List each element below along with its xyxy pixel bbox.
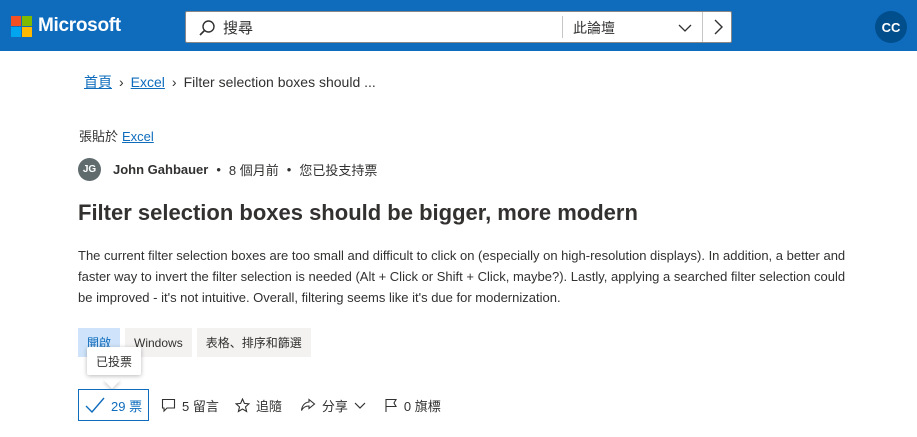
user-avatar[interactable]: CC bbox=[875, 11, 907, 43]
comments-label: 5 留言 bbox=[182, 398, 219, 414]
action-bar: 29 票 5 留言 追隨 分享 0 旗標 bbox=[78, 389, 441, 421]
author-avatar[interactable]: JG bbox=[78, 157, 101, 181]
star-icon bbox=[234, 397, 250, 413]
microsoft-logo-icon bbox=[11, 15, 32, 37]
posted-in: 張貼於 Excel bbox=[79, 126, 154, 145]
posted-in-link[interactable]: Excel bbox=[122, 129, 154, 144]
flag-label: 0 旗標 bbox=[403, 398, 441, 414]
breadcrumb-separator-icon: › bbox=[171, 74, 177, 90]
search-input[interactable] bbox=[223, 17, 523, 39]
share-label: 分享 bbox=[321, 398, 348, 414]
vote-status: 您已投支持票 bbox=[299, 162, 378, 178]
vote-count: 29 票 bbox=[111, 398, 143, 414]
brand-name: Microsoft bbox=[38, 15, 121, 36]
search-box: 此論壇 bbox=[185, 11, 732, 43]
breadcrumb: 首頁 › Excel › Filter selection boxes shou… bbox=[84, 72, 376, 92]
author-name[interactable]: John Gahbauer bbox=[113, 162, 208, 177]
share-icon bbox=[300, 397, 316, 411]
follow-button[interactable]: 追隨 bbox=[234, 396, 282, 415]
flag-button[interactable]: 0 旗標 bbox=[384, 396, 441, 415]
breadcrumb-home[interactable]: 首頁 bbox=[84, 72, 112, 92]
comments-button[interactable]: 5 留言 bbox=[161, 396, 219, 415]
breadcrumb-category[interactable]: Excel bbox=[131, 74, 165, 90]
comment-icon bbox=[161, 398, 176, 412]
flag-icon bbox=[385, 398, 397, 412]
chevron-down-icon[interactable] bbox=[678, 21, 692, 35]
posted-in-label: 張貼於 bbox=[79, 129, 119, 144]
breadcrumb-current: Filter selection boxes should ... bbox=[183, 74, 376, 90]
search-divider bbox=[562, 16, 563, 38]
share-button[interactable]: 分享 bbox=[300, 396, 366, 415]
search-scope-select[interactable]: 此論壇 bbox=[573, 18, 615, 38]
voted-tooltip: 已投票 bbox=[87, 347, 142, 375]
post-body: The current filter selection boxes are t… bbox=[78, 248, 846, 305]
search-submit-button[interactable] bbox=[702, 12, 732, 42]
follow-label: 追隨 bbox=[255, 398, 282, 414]
microsoft-logo[interactable]: Microsoft bbox=[11, 15, 121, 37]
search-icon[interactable] bbox=[198, 19, 216, 37]
breadcrumb-separator-icon: › bbox=[119, 74, 124, 90]
chevron-right-icon bbox=[714, 19, 723, 35]
separator-dot: • bbox=[286, 161, 292, 177]
separator-dot: • bbox=[216, 161, 221, 177]
chevron-down-icon bbox=[354, 402, 366, 409]
top-nav-bar: Microsoft 此論壇 CC bbox=[0, 0, 917, 51]
check-icon bbox=[85, 397, 105, 413]
post-time: 8 個月前 bbox=[228, 162, 279, 178]
vote-button[interactable]: 29 票 bbox=[78, 389, 149, 421]
tag-topic[interactable]: 表格、排序和篩選 bbox=[196, 328, 311, 357]
post-title: Filter selection boxes should be bigger,… bbox=[78, 200, 638, 225]
author-row: JG John Gahbauer • 8 個月前 • 您已投支持票 bbox=[78, 157, 377, 181]
